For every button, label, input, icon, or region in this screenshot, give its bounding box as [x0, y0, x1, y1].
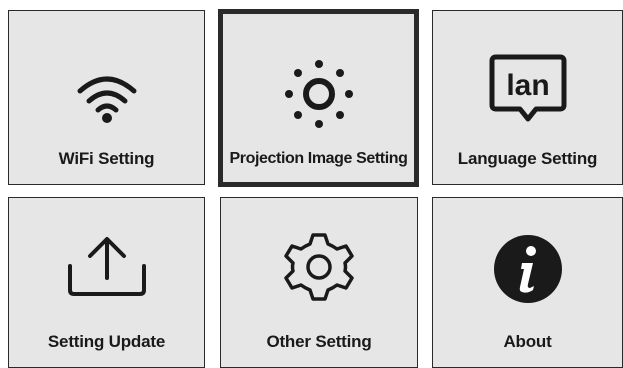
gear-icon	[221, 227, 417, 307]
menu-tile-wifi-setting[interactable]: WiFi Setting	[8, 10, 205, 185]
menu-tile-setting-update[interactable]: Setting Update	[8, 197, 205, 368]
menu-tile-label: About	[503, 332, 552, 351]
menu-tile-label: Language Setting	[457, 149, 598, 168]
menu-tile-about[interactable]: About	[432, 197, 623, 368]
menu-tile-other-setting[interactable]: Other Setting	[220, 197, 418, 368]
language-icon: lan	[433, 53, 622, 129]
menu-tile-projection-image-setting[interactable]: Projection Image Setting	[218, 9, 419, 187]
upload-icon	[9, 234, 204, 298]
language-icon-text: lan	[506, 69, 549, 102]
menu-tile-label: WiFi Setting	[58, 149, 155, 168]
info-icon	[433, 234, 622, 304]
menu-tile-label: Other Setting	[266, 332, 372, 351]
wifi-icon	[9, 73, 204, 125]
menu-tile-label: Setting Update	[47, 332, 166, 351]
menu-tile-language-setting[interactable]: lan Language Setting	[432, 10, 623, 185]
brightness-icon	[223, 58, 414, 130]
menu-tile-label: Projection Image Setting	[229, 150, 408, 167]
